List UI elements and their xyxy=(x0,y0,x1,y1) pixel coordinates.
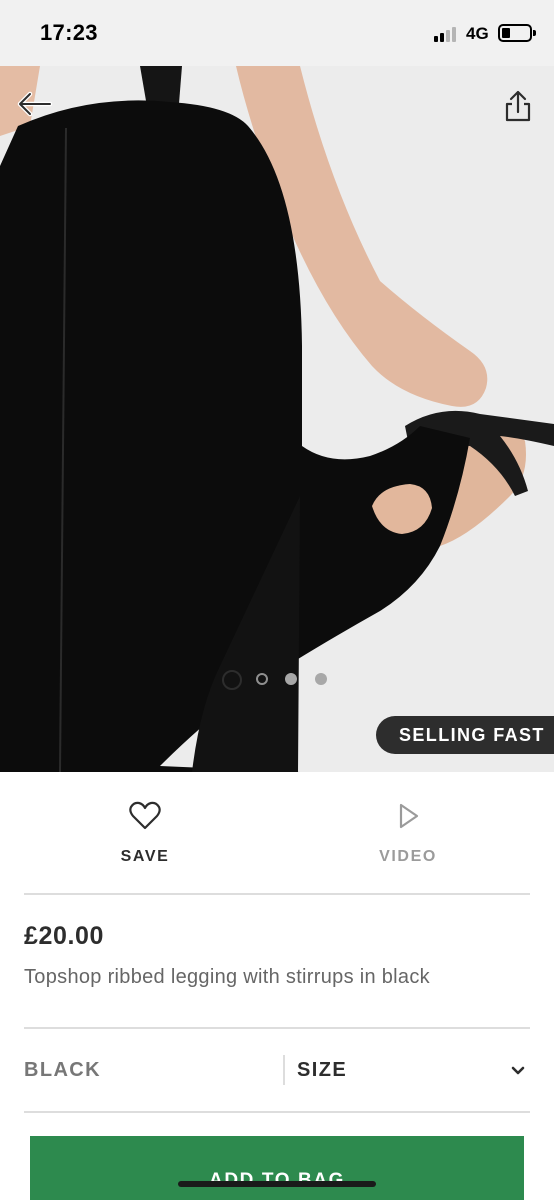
battery-icon xyxy=(498,24,536,42)
carousel-dot[interactable] xyxy=(315,673,327,685)
share-button[interactable] xyxy=(500,86,536,126)
product-price: £20.00 xyxy=(24,922,105,950)
save-label: SAVE xyxy=(120,848,170,865)
back-button[interactable] xyxy=(14,86,54,122)
carousel-dot[interactable] xyxy=(256,673,268,685)
signal-icon xyxy=(434,26,460,42)
arrow-left-icon xyxy=(17,91,53,117)
chevron-down-icon xyxy=(511,1066,525,1075)
network-type: 4G xyxy=(466,24,489,43)
divider xyxy=(24,893,530,895)
colour-value: BLACK xyxy=(24,1059,101,1081)
heart-icon xyxy=(129,801,161,830)
home-indicator xyxy=(178,1181,376,1187)
status-bar: 17:23 4G xyxy=(0,0,554,66)
add-to-bag-button[interactable]: ADD TO BAG xyxy=(30,1136,524,1200)
product-image-gallery[interactable]: SELLING FAST xyxy=(0,66,554,772)
play-icon xyxy=(399,803,419,829)
product-title: Topshop ribbed legging with stirrups in … xyxy=(24,966,430,988)
video-button[interactable]: VIDEO xyxy=(348,800,468,872)
status-time: 17:23 xyxy=(40,20,98,45)
divider xyxy=(24,1027,530,1029)
product-photo xyxy=(0,66,554,772)
size-dropdown[interactable]: SIZE xyxy=(296,1048,532,1094)
selling-fast-badge: SELLING FAST xyxy=(376,716,554,754)
save-button[interactable]: SAVE xyxy=(85,800,205,872)
carousel-dot[interactable] xyxy=(285,673,297,685)
divider xyxy=(24,1111,530,1113)
share-icon xyxy=(505,90,531,122)
carousel-dot[interactable] xyxy=(222,670,242,690)
video-label: VIDEO xyxy=(379,848,437,865)
size-label: SIZE xyxy=(297,1059,348,1081)
selector-divider xyxy=(283,1055,285,1085)
carousel-dots xyxy=(0,668,554,690)
